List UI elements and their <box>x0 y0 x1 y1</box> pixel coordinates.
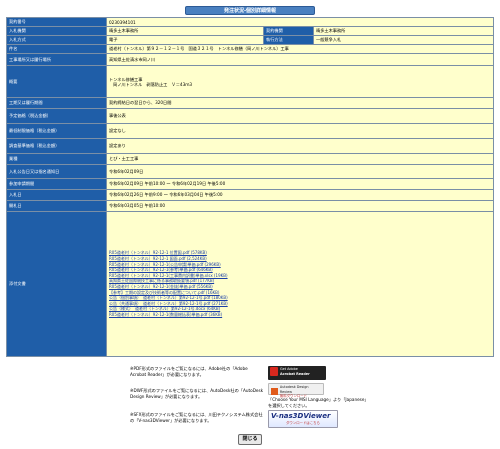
label-bid-period: 入札日 <box>6 189 107 201</box>
label-work-name: 件名 <box>6 44 107 54</box>
label-exec-method: 執行方法 <box>263 35 314 45</box>
label-min-price: 最低制限価格（税込金額） <box>6 123 107 139</box>
value-apply-period: 令和6年02月09日 午前10:00 ～ 令和6年02月19日 午後5:00 <box>106 178 494 190</box>
label-period: 工期又は履行期間 <box>6 97 107 109</box>
doc-link-12[interactable]: R05道老村（トンネル）92-12-1(数量総括表)単価.pdf (36KB) <box>109 312 491 318</box>
value-contract-no: 0230394101 <box>106 17 494 27</box>
adobe-reader-banner[interactable]: Get Adobe Acrobat Reader <box>268 366 326 380</box>
adobe-icon <box>270 367 278 376</box>
value-period: 契約締結日の翌日から、320日間 <box>106 97 494 109</box>
autodesk-banner-line1: Autodesk Design Review <box>279 385 309 394</box>
note-pdf: ※PDF形式のファイルをご覧になるには、Adobe社の「Adobe Acroba… <box>130 366 248 377</box>
label-bid-type: 入札方式 <box>6 35 107 45</box>
value-survey-price: 設定あり <box>106 138 494 154</box>
page-title: 発注状況-個別詳細情報 <box>185 6 315 15</box>
note-dwf: ※DWF形式のファイルをご覧になるには、AutoDesk社の「AutoDesk … <box>130 388 264 399</box>
note-dwf-language: 「Choose Your MSI Language」より「Japanese」を選… <box>268 397 367 408</box>
summary-line-2: 岡ノ川トンネル 剥落防止工 Ｖ＝43ｍ3 <box>113 81 193 87</box>
label-contract-bureau: 契約機関 <box>263 26 314 36</box>
adobe-banner-line2: Acrobat Reader <box>280 371 310 376</box>
autodesk-banner[interactable]: Autodesk Design Review 無料ダウンロード <box>268 383 324 398</box>
label-attachments: 添付文書 <box>6 211 107 357</box>
vnas-banner-line2: ダウンロードはこちら <box>286 421 320 425</box>
doc-link-4[interactable]: R05道老村（トンネル）92-12-1(参考)単価.pdf (646KB) <box>109 267 491 273</box>
value-work-name: 道老村（トンネル）第９２－１２－１号 国道３２１号 トンネル修繕（岡ノ川トンネル… <box>106 44 494 54</box>
value-bureau: 晴多土木事務所 <box>106 26 264 36</box>
value-notice-date: 令和6年02月09日 <box>106 164 494 179</box>
label-notice-date: 入札公告日又は指名通知日 <box>6 164 107 179</box>
vnas-viewer-banner[interactable]: V-nas3DViewer ダウンロードはこちら <box>268 410 338 428</box>
doc-link-7[interactable]: R05道老村（トンネル）92-12-1(金抜)単価.pdf (556KB) <box>109 284 491 290</box>
label-survey-price: 調査基準価格（税込金額） <box>6 138 107 154</box>
label-bureau: 入札機関 <box>6 26 107 36</box>
value-location: 高知県土佐清水市岡ノ川 <box>106 53 494 66</box>
value-summary: トンネル修繕工事 岡ノ川トンネル 剥落防止工 Ｖ＝43ｍ3 <box>106 65 494 98</box>
label-open-date: 開札日 <box>6 200 107 212</box>
close-button[interactable]: 閉じる <box>238 434 262 445</box>
detail-table: 契約番号 0230394101 入札機関 晴多土木事務所 契約機関 晴多土木事務… <box>6 17 494 357</box>
value-bid-period: 令和6年02月26日 午前9:00 ～ 令和6年03月04日 午後5:00 <box>106 189 494 201</box>
label-location: 工事場所又は履行場所 <box>6 53 107 66</box>
attachments-list: R05道老村（トンネル）92-12-1 位置図.pdf (578KB) R05道… <box>106 211 494 357</box>
label-apply-period: 参加申請期間 <box>6 178 107 190</box>
label-contract-no: 契約番号 <box>6 17 107 27</box>
value-min-price: 設定なし <box>106 123 494 139</box>
value-prior-notice: 事後公表 <box>106 108 494 124</box>
value-contract-bureau: 晴多土木事務所 <box>313 26 494 36</box>
value-exec-method: 一般競争入札 <box>313 35 494 45</box>
vnas-banner-line1: V-nas3DViewer <box>271 412 331 420</box>
autodesk-icon <box>271 388 278 396</box>
value-open-date: 令和6年03月05日 午前10:00 <box>106 200 494 212</box>
note-sfx: ※SFX形式のファイルをご覧になるには、川田テクノシステム株式会社の「V-nas… <box>130 412 263 423</box>
label-prior-notice: 予定価格（税込金額） <box>6 108 107 124</box>
label-category: 業種 <box>6 153 107 165</box>
doc-link-9[interactable]: 公告（個別事項） 道老村（トンネル）第92-12-1号.pdf (180KB) <box>109 295 234 301</box>
value-category: とび・土工工事 <box>106 153 494 165</box>
label-summary: 概要 <box>6 65 107 98</box>
value-bid-type: 電子 <box>106 35 264 45</box>
